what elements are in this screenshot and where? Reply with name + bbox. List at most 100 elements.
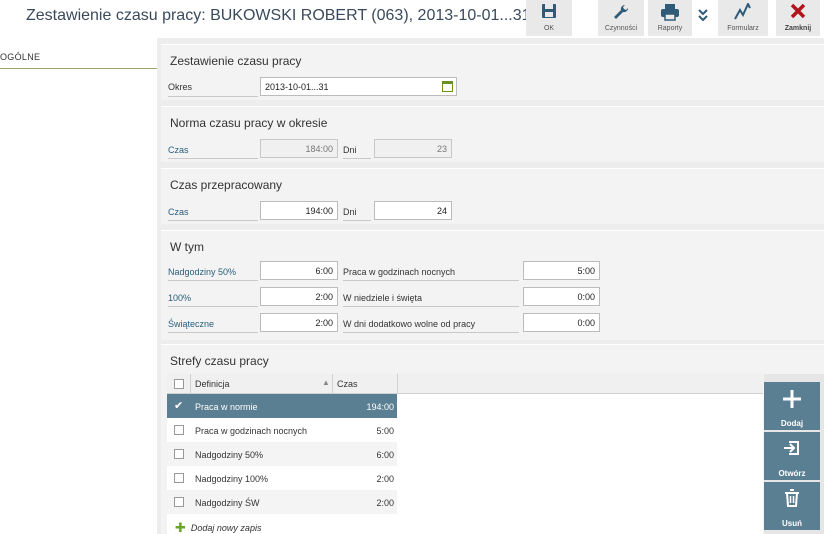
niedziele-label: W niedziele i święta bbox=[343, 293, 423, 303]
checkmark-icon[interactable]: ✔ bbox=[174, 399, 183, 412]
table-row[interactable]: Nadgodziny 50% 6:00 bbox=[167, 442, 397, 466]
section-title: Zestawienie czasu pracy bbox=[170, 54, 302, 68]
more-dropdown[interactable] bbox=[692, 0, 714, 36]
raporty-button[interactable]: Raporty bbox=[648, 0, 692, 36]
plus-icon bbox=[764, 389, 820, 409]
nadgodziny50-label: Nadgodziny 50% bbox=[168, 267, 237, 277]
section-norma: Norma czasu pracy w okresie Czas 184:00 … bbox=[161, 106, 824, 162]
ok-button[interactable]: OK bbox=[526, 0, 572, 36]
strefy-grid: Definicja ▲ Czas ✔ Praca w normie 194:00… bbox=[167, 374, 763, 534]
plus-icon: ✚ bbox=[175, 520, 186, 534]
col-header-czas[interactable]: Czas bbox=[337, 379, 358, 389]
col-header-definicja[interactable]: Definicja bbox=[195, 379, 230, 389]
row-definicja: Praca w normie bbox=[195, 402, 258, 412]
p100-field[interactable]: 2:00 bbox=[260, 287, 338, 306]
trash-icon bbox=[764, 489, 820, 507]
section-przepracowany: Czas przepracowany Czas 194:00 Dni 24 bbox=[161, 168, 824, 224]
wrench-icon bbox=[598, 3, 644, 21]
norma-czas-underline bbox=[168, 158, 258, 159]
niedziele-underline bbox=[343, 306, 519, 307]
wolne-label: W dni dodatkowo wolne od pracy bbox=[343, 319, 476, 329]
usun-button[interactable]: Usuń bbox=[764, 482, 820, 530]
otworz-button[interactable]: Otwórz bbox=[764, 432, 820, 480]
row-czas: 2:00 bbox=[376, 474, 394, 484]
nocne-field[interactable]: 5:00 bbox=[523, 261, 600, 280]
table-row[interactable]: ✔ Praca w normie 194:00 bbox=[167, 394, 397, 418]
dodaj-label: Dodaj bbox=[780, 419, 804, 428]
otworz-label: Otwórz bbox=[778, 469, 806, 478]
window-header: Zestawienie czasu pracy: BUKOWSKI ROBERT… bbox=[0, 0, 824, 38]
select-all-checkbox[interactable] bbox=[174, 379, 184, 389]
col-separator bbox=[332, 374, 333, 394]
wolne-underline bbox=[343, 332, 519, 333]
row-checkbox[interactable] bbox=[174, 425, 184, 435]
wolne-field[interactable]: 0:00 bbox=[523, 313, 600, 332]
save-icon bbox=[526, 3, 572, 21]
printer-icon bbox=[648, 3, 692, 21]
row-definicja: Nadgodziny 100% bbox=[195, 474, 269, 484]
nadgodziny50-underline bbox=[168, 280, 258, 281]
sort-asc-icon[interactable]: ▲ bbox=[322, 378, 330, 387]
przepracowany-dni-underline bbox=[343, 220, 371, 221]
czynnosci-button[interactable]: Czynności bbox=[598, 0, 644, 36]
add-new-record[interactable]: ✚ Dodaj nowy zapis bbox=[175, 520, 261, 534]
przepracowany-czas-underline bbox=[168, 220, 258, 221]
table-row[interactable]: Nadgodziny 100% 2:00 bbox=[167, 466, 397, 490]
formularz-label: Formularz bbox=[727, 25, 759, 32]
section-zestawienie: Zestawienie czasu pracy Okres 2013-10-01… bbox=[161, 44, 824, 100]
section-title: Norma czasu pracy w okresie bbox=[170, 116, 328, 130]
norma-dni-label: Dni bbox=[343, 145, 357, 155]
grid-header: Definicja ▲ Czas bbox=[167, 374, 763, 394]
row-checkbox[interactable] bbox=[174, 449, 184, 459]
nocne-label: Praca w godzinach nocnych bbox=[343, 267, 456, 277]
row-czas: 194:00 bbox=[366, 402, 394, 412]
activity-icon bbox=[718, 3, 768, 21]
table-row[interactable]: Praca w godzinach nocnych 5:00 bbox=[167, 418, 397, 442]
okres-label: Okres bbox=[168, 82, 193, 92]
formularz-button[interactable]: Formularz bbox=[718, 0, 768, 36]
norma-dni-field: 23 bbox=[374, 139, 452, 158]
row-checkbox[interactable] bbox=[174, 473, 184, 483]
zamknij-label: Zamknij bbox=[784, 25, 812, 32]
section-title: Czas przepracowany bbox=[170, 178, 283, 192]
p100-label: 100% bbox=[168, 293, 192, 303]
row-definicja: Nadgodziny ŚW bbox=[195, 498, 260, 508]
swiateczne-label: Świąteczne bbox=[168, 319, 215, 329]
close-icon bbox=[776, 3, 820, 21]
page-title: Zestawienie czasu pracy: BUKOWSKI ROBERT… bbox=[26, 7, 531, 24]
row-czas: 6:00 bbox=[376, 450, 394, 460]
nocne-underline bbox=[343, 280, 519, 281]
col-separator bbox=[190, 374, 191, 394]
open-icon bbox=[764, 439, 820, 457]
okres-field[interactable]: 2013-10-01...31 bbox=[260, 77, 457, 96]
zamknij-button[interactable]: Zamknij bbox=[776, 0, 820, 36]
row-definicja: Praca w godzinach nocnych bbox=[195, 426, 308, 436]
swiateczne-field[interactable]: 2:00 bbox=[260, 313, 338, 332]
table-row[interactable]: Nadgodziny ŚW 2:00 bbox=[167, 490, 397, 514]
okres-underline bbox=[168, 96, 258, 97]
main-content: Zestawienie czasu pracy Okres 2013-10-01… bbox=[157, 38, 824, 534]
okres-value: 2013-10-01...31 bbox=[265, 82, 329, 92]
section-title: Strefy czasu pracy bbox=[170, 354, 269, 368]
row-checkbox[interactable] bbox=[174, 497, 184, 507]
section-title: W tym bbox=[170, 240, 204, 254]
nadgodziny50-field[interactable]: 6:00 bbox=[260, 261, 338, 280]
przepracowany-czas-field[interactable]: 194:00 bbox=[260, 201, 338, 220]
raporty-label: Raporty bbox=[657, 25, 683, 32]
calendar-icon[interactable] bbox=[442, 81, 453, 92]
nav-item-ogolne[interactable]: OGÓLNE bbox=[0, 52, 40, 62]
niedziele-field[interactable]: 0:00 bbox=[523, 287, 600, 306]
add-new-record-label: Dodaj nowy zapis bbox=[190, 523, 262, 533]
przepracowany-czas-label: Czas bbox=[168, 207, 189, 217]
przepracowany-dni-field[interactable]: 24 bbox=[374, 201, 452, 220]
przepracowany-dni-label: Dni bbox=[343, 207, 357, 217]
section-wtym: W tym Nadgodziny 50% 6:00 100% 2:00 Świą… bbox=[161, 230, 824, 340]
norma-czas-label: Czas bbox=[168, 145, 189, 155]
swiateczne-underline bbox=[168, 332, 258, 333]
norma-dni-underline bbox=[343, 158, 371, 159]
czynnosci-label: Czynności bbox=[604, 25, 638, 32]
row-definicja: Nadgodziny 50% bbox=[195, 450, 264, 460]
dodaj-button[interactable]: Dodaj bbox=[764, 382, 820, 430]
nav-divider bbox=[0, 68, 157, 69]
norma-czas-field: 184:00 bbox=[260, 139, 338, 158]
